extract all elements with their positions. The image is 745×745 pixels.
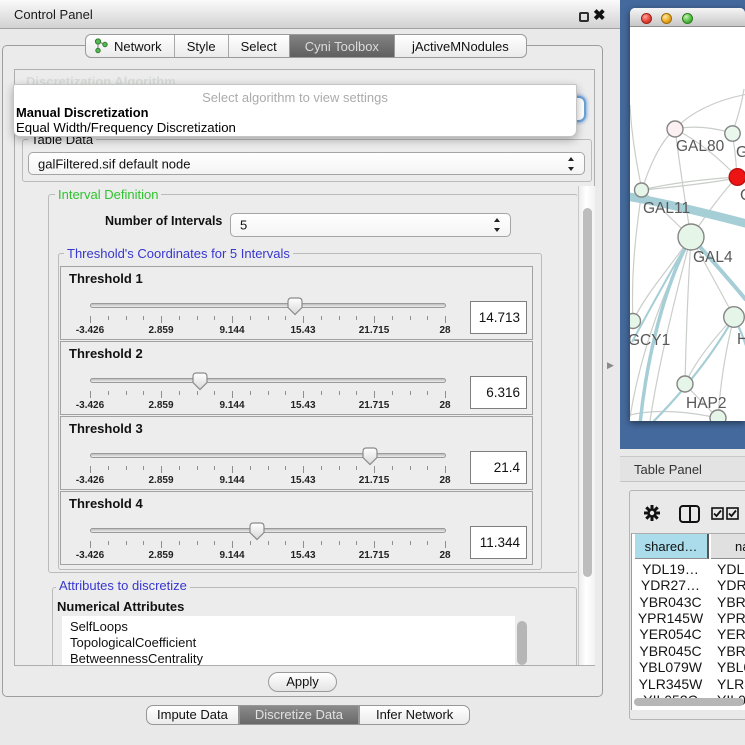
- svg-text:C: C: [740, 187, 745, 204]
- svg-text:GA: GA: [736, 144, 745, 161]
- svg-text:HAP2: HAP2: [686, 395, 727, 412]
- svg-text:HI: HI: [737, 331, 745, 348]
- svg-text:GAL4: GAL4: [693, 249, 733, 266]
- svg-text:GAL80: GAL80: [676, 138, 725, 155]
- svg-text:GCY1: GCY1: [630, 332, 670, 349]
- svg-text:GAL11: GAL11: [643, 200, 690, 217]
